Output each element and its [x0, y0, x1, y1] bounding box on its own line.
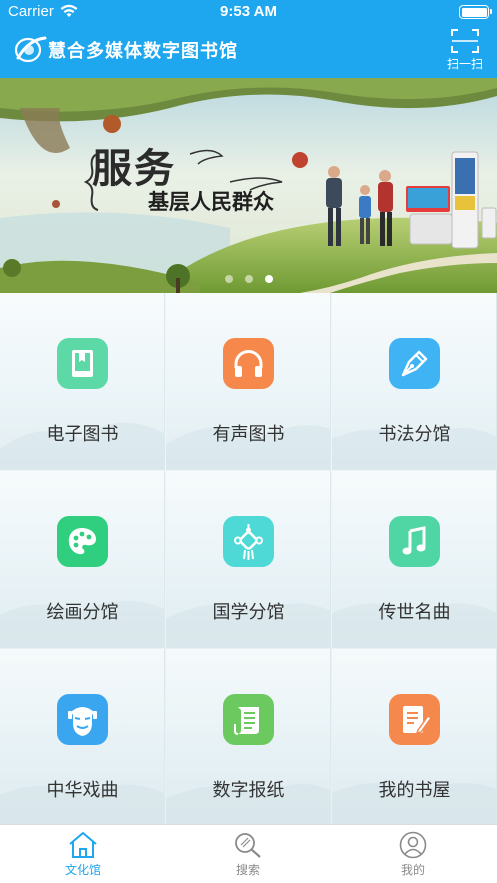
app-title: 慧合多媒体数字图书馆: [48, 41, 238, 62]
tab-mine[interactable]: 我的: [363, 829, 463, 881]
tab-label: 我的: [400, 863, 425, 877]
newspaper-icon: [223, 694, 274, 745]
tab-bar: 文化馆 搜索 我的: [0, 824, 497, 883]
pen-nib-icon: [389, 338, 440, 389]
grid-item-classic-music[interactable]: 传世名曲: [332, 471, 497, 648]
carousel-dot[interactable]: [244, 275, 253, 283]
music-note-icon: [389, 516, 440, 567]
grid-item-my-bookshelf[interactable]: 我的书屋: [332, 649, 497, 826]
tab-label: 搜索: [235, 863, 260, 877]
search-icon: [235, 833, 261, 858]
grid-item-label: 绘画分馆: [46, 602, 119, 623]
tab-search[interactable]: 搜索: [198, 829, 298, 881]
home-icon: [69, 832, 97, 858]
scan-button[interactable]: 扫一扫: [441, 28, 489, 74]
grid-item-label: 我的书屋: [378, 780, 451, 801]
grid-item-label: 电子图书: [46, 424, 119, 445]
feature-grid: 电子图书 有声图书 书法分馆 绘画分馆 国学分馆 传世名曲 中华戏曲 数字报纸 …: [0, 293, 497, 826]
carousel-dot[interactable]: [224, 275, 233, 283]
grid-item-opera[interactable]: 中华戏曲: [0, 649, 165, 826]
grid-item-label: 数字报纸: [212, 780, 285, 801]
grid-item-label: 传世名曲: [378, 602, 451, 623]
app-logo-icon: [14, 36, 47, 63]
clock: 9:53 AM: [220, 3, 277, 20]
banner-subheadline: 基层人民群众: [148, 189, 274, 214]
tab-label: 文化馆: [64, 863, 101, 877]
grid-item-newspaper[interactable]: 数字报纸: [166, 649, 331, 826]
tab-culture-hall[interactable]: 文化馆: [33, 829, 133, 881]
scan-icon: [451, 29, 479, 53]
grid-item-ebooks[interactable]: 电子图书: [0, 293, 165, 470]
grid-item-sinology[interactable]: 国学分馆: [166, 471, 331, 648]
chinese-knot-icon: [223, 516, 274, 567]
notebook-edit-icon: [389, 694, 440, 745]
banner-carousel[interactable]: 服务 基层人民群众: [0, 78, 497, 293]
grid-item-calligraphy[interactable]: 书法分馆: [332, 293, 497, 470]
book-icon: [57, 338, 108, 389]
grid-item-audiobooks[interactable]: 有声图书: [166, 293, 331, 470]
grid-item-label: 书法分馆: [378, 424, 451, 445]
palette-icon: [57, 516, 108, 567]
grid-item-painting[interactable]: 绘画分馆: [0, 471, 165, 648]
opera-mask-icon: [57, 694, 108, 745]
user-icon: [399, 831, 427, 859]
battery-icon: [459, 5, 492, 19]
status-bar: Carrier 9:53 AM: [0, 0, 497, 26]
carousel-dots[interactable]: [0, 268, 497, 287]
app-header: 慧合多媒体数字图书馆 扫一扫: [0, 26, 497, 78]
carousel-dot-active[interactable]: [264, 275, 273, 283]
grid-item-label: 中华戏曲: [46, 780, 119, 801]
headphones-icon: [223, 338, 274, 389]
scan-label: 扫一扫: [446, 57, 483, 71]
grid-item-label: 有声图书: [212, 424, 285, 445]
grid-item-label: 国学分馆: [212, 602, 285, 623]
